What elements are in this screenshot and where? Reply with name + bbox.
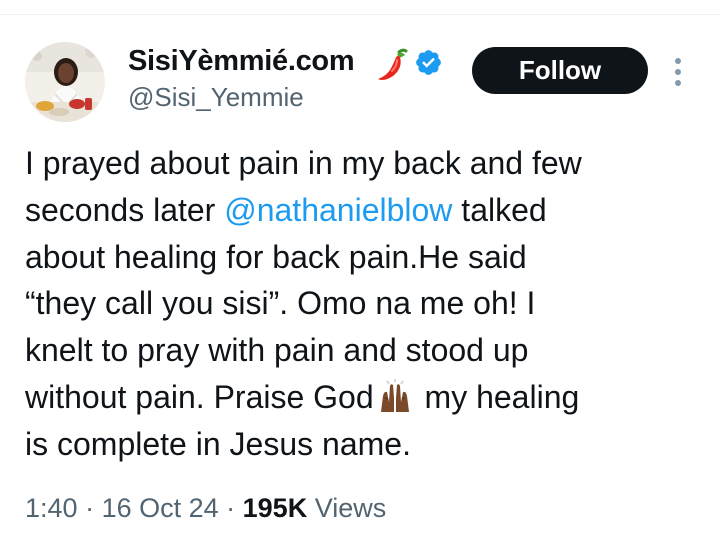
tweet-meta: 1:40 · 16 Oct 24 · 195K Views: [25, 490, 386, 526]
tweet-text-segment: is complete in Jesus name.: [25, 425, 411, 462]
top-divider: [0, 14, 720, 15]
avatar[interactable]: [25, 42, 105, 122]
mention-link[interactable]: @nathanielblow: [224, 192, 452, 228]
more-vertical-icon[interactable]: [668, 55, 688, 89]
tweet-time[interactable]: 1:40: [25, 493, 78, 523]
follow-button[interactable]: Follow: [472, 47, 648, 94]
tweet-date[interactable]: 16 Oct 24: [102, 493, 219, 523]
tweet-line: “they call you sisi”. Omo na me oh! I: [25, 280, 705, 327]
handle[interactable]: @Sisi_Yemmie: [128, 82, 304, 112]
avatar-photo: [25, 42, 105, 122]
views-count: 195K: [242, 493, 308, 523]
tweet-text-segment: without pain. Praise God: [25, 378, 374, 415]
tweet-text-segment: knelt to pray with pain and stood up: [25, 332, 529, 369]
tweet-line: I prayed about pain in my back and few: [25, 140, 705, 187]
tweet-text-segment: my healing: [415, 378, 580, 415]
tweet-line: seconds later @nathanielblow talked: [25, 187, 705, 234]
views-label: Views: [307, 493, 387, 523]
tweet-text-segment: about healing for back pain.He said: [25, 238, 527, 275]
tweet-line: knelt to pray with pain and stood up: [25, 327, 705, 374]
verified-badge-icon[interactable]: [414, 48, 443, 77]
tweet-text-segment: talked: [452, 191, 547, 228]
tweet-line: without pain. Praise God my healing: [25, 374, 705, 421]
tweet-text-segment: I prayed about pain in my back and few: [25, 145, 582, 181]
chili-pepper-icon: [378, 48, 408, 80]
raised-hands-emoji: [380, 378, 409, 412]
tweet-line: about healing for back pain.He said: [25, 234, 705, 281]
tweet-text: I prayed about pain in my back and few s…: [25, 140, 705, 468]
tweet-line: is complete in Jesus name.: [25, 421, 705, 468]
meta-separator: ·: [77, 493, 102, 523]
tweet-text-segment: seconds later: [25, 191, 225, 228]
tweet-text-segment: “they call you sisi”. Omo na me oh! I: [25, 285, 536, 322]
display-name[interactable]: SisiYèmmié.com: [128, 44, 355, 78]
meta-separator: ·: [218, 493, 243, 523]
